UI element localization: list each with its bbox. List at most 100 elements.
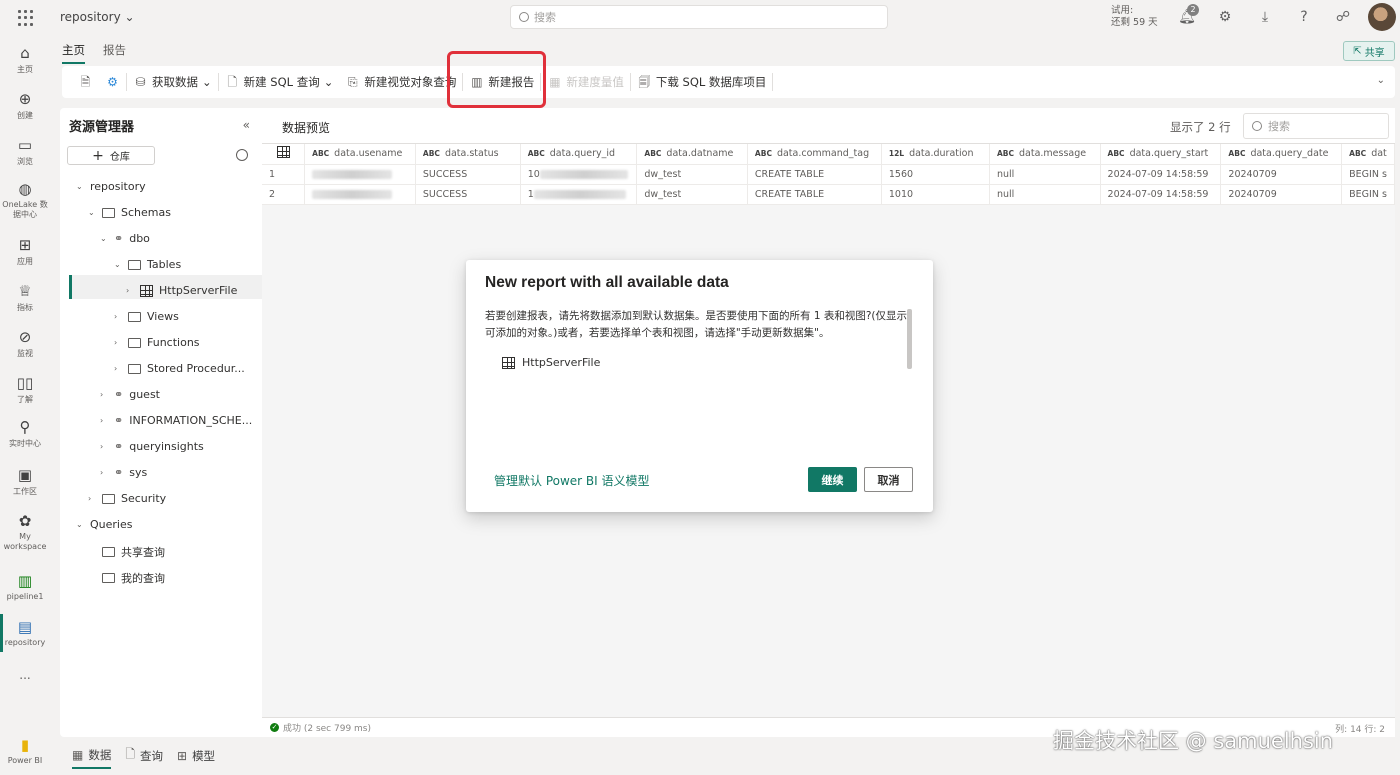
- manage-semantic-model-link[interactable]: 管理默认 Power BI 语义模型: [494, 472, 650, 489]
- preview-header: 数据预览 显示了 2 行 搜索: [262, 108, 1395, 144]
- column-header[interactable]: ABC data.command_tag: [747, 144, 882, 165]
- tree-item-my-queries[interactable]: 我的查询: [102, 570, 165, 586]
- chevron-right-icon: ›: [114, 338, 118, 347]
- tree-item-queryinsights[interactable]: › ⚭ queryinsights: [100, 440, 204, 453]
- continue-button[interactable]: 继续: [808, 467, 857, 492]
- column-header[interactable]: ABC data.message: [989, 144, 1101, 165]
- cell-datname: dw_test: [636, 164, 748, 185]
- chevron-down-icon[interactable]: ⌄: [1377, 75, 1385, 86]
- new-visual-query-button[interactable]: ⎘ 新建视觉对象查询: [339, 74, 462, 90]
- trial-label: 试用:: [1111, 5, 1134, 16]
- cell-message: null: [989, 164, 1101, 185]
- workspace-title-text: repository: [60, 10, 121, 24]
- settings-button[interactable]: ⚙: [99, 75, 126, 90]
- rail-realtime[interactable]: ⚲ 实时中心: [0, 418, 50, 449]
- realtime-icon: ⚲: [19, 418, 31, 436]
- cell-status: SUCCESS: [415, 184, 521, 205]
- new-item-button[interactable]: 🗎︎: [72, 75, 99, 90]
- table-row[interactable]: 2 SUCCESS 1 dw_test CREATE TABLE 1010 nu…: [262, 184, 1395, 205]
- new-report-button[interactable]: ▥ 新建报告: [463, 74, 540, 90]
- tab-query-view[interactable]: 🗋︎ 查询: [125, 745, 163, 769]
- home-icon: ⌂: [20, 44, 30, 62]
- tree-item-functions[interactable]: › Functions: [114, 336, 200, 349]
- rail-metrics[interactable]: ♕ 指标: [0, 282, 50, 313]
- tree-item-repository[interactable]: ⌄ repository: [76, 180, 146, 193]
- column-header[interactable]: ABC data.usename: [304, 144, 416, 165]
- rail-my-workspace[interactable]: ✿ My workspace: [0, 512, 50, 552]
- chevron-right-icon: ›: [114, 312, 118, 321]
- rail-more[interactable]: ...: [0, 668, 50, 682]
- chevron-down-icon: ⌄: [76, 520, 83, 529]
- rail-home[interactable]: ⌂ 主页: [0, 44, 50, 75]
- type-badge: ABC: [644, 149, 662, 159]
- cell-usename-redacted: [304, 164, 416, 185]
- table-row[interactable]: 1 SUCCESS 10 dw_test CREATE TABLE 1560 n…: [262, 164, 1395, 185]
- preview-title: 数据预览: [282, 121, 331, 135]
- tree-item-security[interactable]: › Security: [88, 492, 166, 505]
- share-button[interactable]: ⇱ 共享: [1343, 41, 1395, 61]
- workspace-title[interactable]: repository ⌄: [60, 10, 135, 24]
- add-warehouse-button[interactable]: + 仓库: [67, 146, 155, 165]
- user-avatar[interactable]: [1368, 3, 1396, 31]
- dialog-scrollbar[interactable]: [907, 309, 912, 369]
- tree-item-schemas[interactable]: ⌄ Schemas: [88, 206, 171, 219]
- rail-workspaces[interactable]: ▣ 工作区: [0, 466, 50, 497]
- rail-onelake[interactable]: ◍ OneLake 数据中心: [0, 180, 50, 220]
- rail-repository[interactable]: ▤ repository: [0, 618, 50, 647]
- rail-label: 监视: [17, 349, 33, 358]
- type-badge: 12L: [888, 149, 905, 159]
- grid-select-all[interactable]: [262, 144, 306, 165]
- column-header[interactable]: ABC dat: [1341, 144, 1395, 165]
- success-icon: ✓: [270, 723, 279, 732]
- tree-item-stored-procedures[interactable]: › Stored Procedur...: [114, 362, 245, 375]
- rail-monitor[interactable]: ⊘ 监视: [0, 328, 50, 359]
- tree-item-queries[interactable]: ⌄ Queries: [76, 518, 132, 531]
- column-header[interactable]: ABC data.query_start: [1100, 144, 1222, 165]
- download-sql-project-button[interactable]: 🗐︎ 下载 SQL 数据库项目: [631, 74, 773, 90]
- column-header[interactable]: 12L data.duration: [881, 144, 990, 165]
- search-icon[interactable]: [236, 149, 248, 161]
- tree-label: dbo: [129, 232, 150, 245]
- type-badge: ABC: [1107, 149, 1125, 159]
- download-icon[interactable]: ⤓: [1256, 8, 1274, 26]
- app-launcher-icon[interactable]: [18, 10, 34, 26]
- tree-item-tables[interactable]: ⌄ Tables: [114, 258, 181, 271]
- tree-item-shared-queries[interactable]: 共享查询: [102, 544, 165, 560]
- rail-browse[interactable]: ▭ 浏览: [0, 136, 50, 167]
- cancel-button[interactable]: 取消: [864, 467, 913, 492]
- column-header[interactable]: ABC data.query_date: [1220, 144, 1343, 165]
- rail-apps[interactable]: ⊞ 应用: [0, 236, 50, 267]
- feedback-icon[interactable]: ☍: [1334, 8, 1352, 26]
- tree-item-httpserverfile[interactable]: › HttpServerFile: [126, 284, 237, 297]
- get-data-button[interactable]: ⛁ 获取数据 ⌄: [127, 74, 218, 90]
- tab-model-view[interactable]: ⊞ 模型: [177, 745, 215, 769]
- tree-item-sys[interactable]: › ⚭ sys: [100, 466, 147, 479]
- notification-count-badge: 2: [1187, 4, 1199, 16]
- grid-search-input[interactable]: 搜索: [1243, 113, 1389, 139]
- tree-item-dbo[interactable]: ⌄ ⚭ dbo: [100, 232, 150, 245]
- tab-data-view[interactable]: ▦ 数据: [72, 745, 112, 769]
- gear-icon[interactable]: ⚙: [1216, 8, 1234, 26]
- rail-powerbi[interactable]: ▮ Power BI: [0, 736, 50, 765]
- model-icon: ⊞: [177, 748, 188, 763]
- tab-home[interactable]: 主页: [62, 42, 85, 64]
- column-name: data.query_id: [549, 148, 616, 160]
- rail-label: repository: [4, 638, 46, 647]
- new-measure-button[interactable]: ▦ 新建度量值: [541, 74, 630, 90]
- new-sql-query-button[interactable]: 🗋︎ 新建 SQL 查询 ⌄: [219, 74, 340, 90]
- collapse-icon[interactable]: «: [243, 118, 250, 132]
- help-icon[interactable]: ?: [1295, 8, 1313, 26]
- global-search-input[interactable]: 搜索: [510, 5, 888, 29]
- left-navigation-rail: ⌂ 主页 ⊕ 创建 ▭ 浏览 ◍ OneLake 数据中心 ⊞ 应用 ♕ 指标 ⊘ 监视 ▯▯…: [0, 36, 50, 775]
- rail-create[interactable]: ⊕ 创建: [0, 90, 50, 121]
- column-header[interactable]: ABC data.datname: [636, 144, 748, 165]
- tree-item-information-schema[interactable]: › ⚭ INFORMATION_SCHE...: [100, 414, 252, 427]
- column-header[interactable]: ABC data.status: [415, 144, 521, 165]
- rail-pipeline1[interactable]: ▥ pipeline1: [0, 572, 50, 601]
- rail-learn[interactable]: ▯▯ 了解: [0, 374, 50, 405]
- tree-item-guest[interactable]: › ⚭ guest: [100, 388, 160, 401]
- column-header[interactable]: ABC data.query_id: [520, 144, 638, 165]
- tab-report[interactable]: 报告: [103, 42, 126, 64]
- tree-item-views[interactable]: › Views: [114, 310, 179, 323]
- visual-query-icon: ⎘: [348, 74, 358, 89]
